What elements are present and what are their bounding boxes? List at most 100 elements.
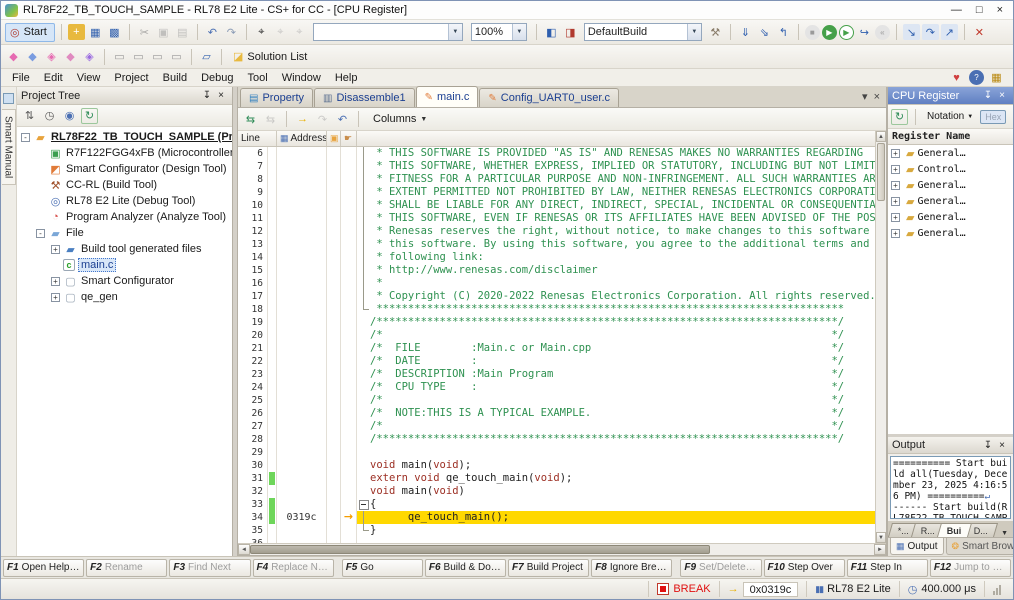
event-cell[interactable] (327, 212, 341, 225)
event-cell[interactable] (327, 186, 341, 199)
refresh-icon[interactable]: ↻ (891, 109, 908, 125)
expander-icon[interactable]: + (891, 165, 900, 174)
cascade-windows-icon[interactable]: ▱ (198, 49, 215, 65)
hex-button[interactable]: Hex (980, 110, 1006, 124)
tree-item-smart-configurator[interactable]: +▢Smart Configurator (17, 273, 232, 289)
tree-item-main-c[interactable]: cmain.c (17, 257, 232, 273)
code-line[interactable]: 17 * Copyright (C) 2020-2022 Renesas Ele… (238, 290, 875, 303)
cut-icon[interactable]: ✂ (136, 24, 153, 40)
editor-tab-disassemble1[interactable]: ▥Disassemble1 (314, 88, 415, 107)
editor-tab-property[interactable]: ▤Property (240, 88, 313, 107)
event-cell[interactable] (327, 264, 341, 277)
code-line[interactable]: 8 * FITNESS FOR A PARTICULAR PURPOSE AND… (238, 173, 875, 186)
register-row[interactable]: +▰General… (888, 225, 1013, 241)
event-cell[interactable] (327, 485, 341, 498)
expander-icon[interactable]: + (51, 293, 60, 302)
code-line[interactable]: 21/* FILE :Main.c or Main.cpp */ (238, 342, 875, 355)
smart-manual-tab[interactable]: Smart Manual (1, 87, 17, 556)
menu-file[interactable]: File (5, 71, 37, 85)
fold-margin[interactable] (357, 160, 370, 173)
horizontal-scrollbar[interactable]: ◄ ► (238, 543, 886, 555)
fold-margin[interactable] (357, 199, 370, 212)
sort-icon[interactable]: ⇅ (21, 108, 38, 124)
event-cell[interactable] (327, 472, 341, 485)
code-line[interactable]: 16 * (238, 277, 875, 290)
close-tab-icon[interactable]: × (874, 91, 880, 103)
fold-margin[interactable] (357, 303, 370, 316)
menu-debug[interactable]: Debug (194, 71, 240, 85)
minimize-button[interactable]: — (951, 5, 962, 16)
notation-button[interactable]: Notation▼ (923, 109, 977, 124)
refresh-icon[interactable]: ↻ (81, 108, 98, 124)
history-icon[interactable]: ◷ (41, 108, 58, 124)
tree-item-program-analyzer-analyze-tool[interactable]: ◔Program Analyzer (Analyze Tool) (17, 209, 232, 225)
expander-icon[interactable]: + (891, 181, 900, 190)
dropdown-arrow-icon[interactable]: ▼ (448, 24, 462, 40)
pin-graph-icon[interactable]: ◈ (43, 49, 60, 65)
step-return-icon[interactable]: ↗ (941, 24, 958, 40)
menu-build[interactable]: Build (156, 71, 194, 85)
zoom-combo[interactable]: 100%▼ (471, 23, 527, 41)
code-line[interactable]: 36 (238, 537, 875, 543)
redo-icon[interactable]: ↷ (223, 24, 240, 40)
sync-disasm-icon[interactable]: ⇆ (262, 111, 279, 127)
fkey-f4[interactable]: F4Replace Next (253, 559, 334, 577)
event-cell[interactable] (327, 407, 341, 420)
fold-margin[interactable] (357, 173, 370, 186)
fold-margin[interactable] (357, 277, 370, 290)
event-cell[interactable] (327, 368, 341, 381)
event-cell[interactable] (327, 381, 341, 394)
expander-icon[interactable]: + (51, 277, 60, 286)
editor-tab-main-c[interactable]: ✎main.c (416, 86, 479, 107)
line-column-header[interactable]: Line (238, 131, 277, 146)
restore-button[interactable]: □ (976, 5, 983, 16)
back-icon[interactable]: ↷ (314, 111, 331, 127)
event-cell[interactable] (327, 511, 341, 524)
help-community-icon[interactable]: ♥ (948, 70, 965, 86)
event-cell[interactable] (327, 316, 341, 329)
save-all-icon[interactable]: ▩ (106, 24, 123, 40)
output-tab-bui[interactable]: Bui (937, 523, 972, 537)
close-panel-icon[interactable]: × (214, 90, 228, 101)
pin-memory-icon[interactable]: ◆ (62, 49, 79, 65)
find-prev-icon[interactable]: ⌖ (291, 24, 308, 40)
fkey-f2[interactable]: F2Rename (86, 559, 167, 577)
fkey-f11[interactable]: F11Step In (847, 559, 928, 577)
step-pc-icon[interactable]: ↪ (856, 24, 873, 40)
tree-item-rl78-e2-lite-debug-tool[interactable]: ◎RL78 E2 Lite (Debug Tool) (17, 193, 232, 209)
event-cell[interactable] (327, 225, 341, 238)
rebuild-icon[interactable]: ↰ (775, 24, 792, 40)
expander-icon[interactable]: + (891, 149, 900, 158)
scrollbar-thumb[interactable] (250, 545, 710, 554)
fkey-f8[interactable]: F8Ignore Break a... (591, 559, 672, 577)
event-cell[interactable] (327, 355, 341, 368)
event-cell[interactable] (327, 459, 341, 472)
code-line[interactable]: 12 * Renesas reserves the right, without… (238, 225, 875, 238)
fkey-f6[interactable]: F6Build & Downl... (425, 559, 506, 577)
event-cell[interactable] (327, 524, 341, 537)
paste-icon[interactable]: ▤ (174, 24, 191, 40)
dock-tab-smart-browser[interactable]: ❂Smart Browser (946, 538, 1014, 555)
code-line[interactable]: 11 * THIS SOFTWARE, EVEN IF RENESAS OR I… (238, 212, 875, 225)
code-line[interactable]: 18 *************************************… (238, 303, 875, 316)
code-line[interactable]: 30void main(void); (238, 459, 875, 472)
fold-margin[interactable] (357, 524, 370, 537)
register-row[interactable]: +▰General… (888, 209, 1013, 225)
tree-item-r7f122fgg4xfb-microcontroller[interactable]: ▣R7F122FGG4xFB (Microcontroller) (17, 145, 232, 161)
register-row[interactable]: +▰General… (888, 193, 1013, 209)
package-icon[interactable]: ▦ (988, 70, 1005, 86)
code-line[interactable]: 33{ (238, 498, 875, 511)
event-cell[interactable] (327, 303, 341, 316)
pin-trace-icon[interactable]: ◈ (81, 49, 98, 65)
menu-window[interactable]: Window (275, 71, 328, 85)
find-icon[interactable]: ⌖ (253, 24, 270, 40)
step-over-icon[interactable]: ↷ (922, 24, 939, 40)
reset-icon[interactable]: « (875, 25, 890, 40)
code-line[interactable]: 7 * THIS SOFTWARE, WHETHER EXPRESS, IMPL… (238, 160, 875, 173)
find-next-icon[interactable]: ⌖ (272, 24, 289, 40)
fold-margin[interactable] (357, 498, 370, 511)
fkey-f9[interactable]: F9Set/Delete Bre... (680, 559, 761, 577)
window-1-icon[interactable]: ▭ (111, 49, 128, 65)
jump-to-pc-icon[interactable]: → (294, 111, 311, 127)
dropdown-arrow-icon[interactable]: ▼ (512, 24, 526, 40)
